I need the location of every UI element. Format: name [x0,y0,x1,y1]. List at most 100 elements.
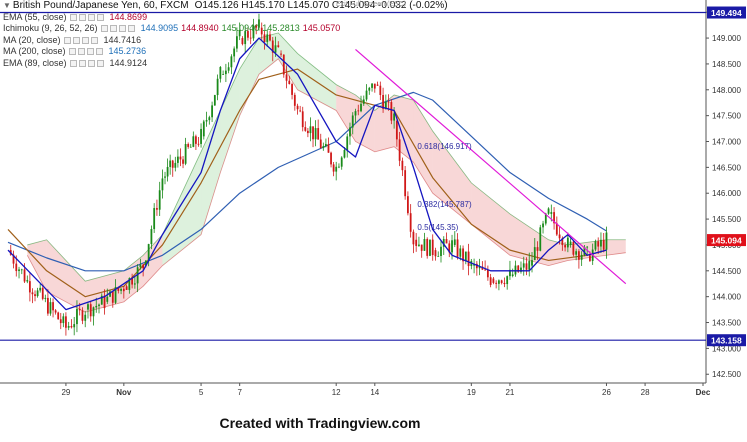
candle-body [195,136,197,144]
indicator-name: Ichimoku (9, 26, 52, 26) [3,23,98,34]
candle-body [139,264,142,268]
candle-body [153,208,156,230]
candle-body [495,282,498,284]
settings-icon[interactable] [78,13,86,21]
close-icon[interactable] [81,36,89,44]
legend-indicator-row[interactable]: Ichimoku (9, 26, 52, 26) 144.9095 144.8940… [3,23,448,35]
legend-indicator-row[interactable]: MA (200, close) 145.2736 [3,46,448,58]
settings-icon[interactable] [72,36,80,44]
more-icon[interactable] [96,13,104,21]
legend-indicator-row[interactable]: EMA (55, close) 144.8699 [3,12,448,24]
close-icon[interactable] [86,48,94,56]
candle-body [404,170,407,197]
indicator-value: 145.2736 [108,46,147,57]
candle-body [41,287,44,299]
candle-body [288,80,291,85]
x-tick-label: 19 [467,388,476,397]
candle-body [426,239,429,256]
settings-icon[interactable] [109,25,117,33]
candle-body [54,310,57,313]
y-tick-label: 146.500 [712,163,741,172]
candle-body [111,291,114,303]
indicator-controls [69,13,104,21]
candle-body [18,269,20,272]
eye-icon[interactable] [63,36,71,44]
candle-body [429,239,431,256]
x-tick-label: 5 [199,388,204,397]
candle-body [164,176,166,178]
settings-icon[interactable] [78,59,86,67]
candle-body [202,121,205,137]
candle-body [84,314,87,321]
candle-body [76,308,78,325]
candle-body [120,288,122,291]
indicator-value: 145.0940 [221,23,260,34]
candle-body [208,117,211,121]
candle-body [357,110,360,112]
candle-body [558,234,561,239]
fib-label: 0.618(146.917) [417,142,472,151]
y-tick-label: 147.000 [712,138,741,147]
candle-body [467,251,470,267]
more-icon[interactable] [95,48,103,56]
candle-body [222,74,225,75]
candle-body [542,223,544,228]
close-icon[interactable] [87,59,95,67]
legend-indicator-row[interactable]: EMA (89, close) 144.9124 [3,58,448,70]
x-tick-label: 21 [505,388,514,397]
candle-body [415,239,418,246]
candle-body [440,246,442,257]
indicator-value: 144.9095 [140,23,179,34]
candle-body [514,265,517,275]
candle-body [133,283,136,285]
candle-body [602,239,605,250]
close-icon[interactable] [118,25,126,33]
candle-body [398,139,401,161]
eye-icon[interactable] [68,48,76,56]
more-icon[interactable] [96,59,104,67]
indicator-name: EMA (89, close) [3,57,67,68]
candle-body [213,95,216,106]
more-icon[interactable] [90,36,98,44]
candle-body [28,281,31,293]
candle-body [486,269,489,278]
more-icon[interactable] [127,25,135,33]
eye-icon[interactable] [69,59,77,67]
candle-body [506,276,509,285]
indicator-value: 145.0570 [302,23,341,34]
y-tick-label: 144.500 [712,267,741,276]
settings-icon[interactable] [77,48,85,56]
indicator-name: MA (200, close) [3,46,66,57]
candle-body [122,288,125,292]
legend-indicator-row[interactable]: MA (20, close) 144.7416 [3,35,448,47]
close-icon[interactable] [87,13,95,21]
candle-body [176,156,179,163]
candle-body [489,277,492,285]
candle-body [453,239,456,245]
eye-icon[interactable] [69,13,77,21]
symbol-title: British Pound/Japanese Yen, 60, FXCM [12,0,189,12]
candle-body [92,307,95,317]
y-tick-label: 146.000 [712,189,741,198]
candle-body [572,241,575,255]
ohlc-readout: O145.126 H145.170 L145.070 C145.094 -0.0… [194,0,448,12]
exit-fullscreen-hint[interactable]: Exit Full Screen (ESC) [336,1,406,8]
candle-body [566,237,569,248]
candle-body [451,240,453,253]
indicator-controls [100,25,135,33]
candle-body [401,160,404,171]
candle-body [95,305,98,308]
indicator-controls [68,48,103,56]
eye-icon[interactable] [100,25,108,33]
candle-body [299,110,302,112]
candle-body [211,105,213,118]
collapse-icon[interactable]: ▼ [3,0,11,11]
candle-body [296,105,299,110]
indicator-controls [69,59,104,67]
candle-body [434,250,437,257]
candle-body [498,280,500,284]
candle-body [70,326,73,328]
candle-body [158,190,161,210]
price-tag-label: 149.494 [711,8,742,18]
indicator-name: EMA (55, close) [3,11,67,22]
